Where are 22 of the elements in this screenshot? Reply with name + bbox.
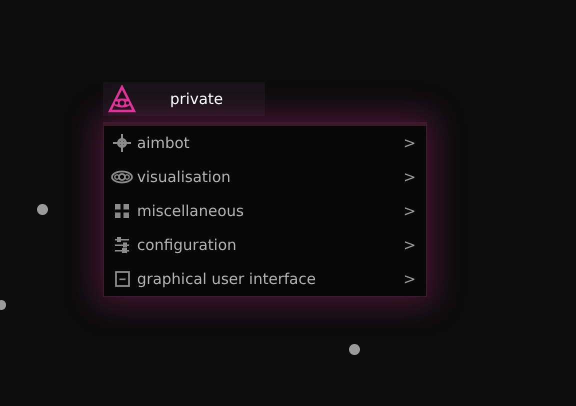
chevron-label: > bbox=[403, 166, 416, 188]
menu-item-label: graphical user interface bbox=[137, 268, 316, 290]
grid-icon bbox=[115, 204, 129, 218]
eye-icon bbox=[111, 170, 133, 184]
menu-item-label: miscellaneous bbox=[137, 200, 244, 222]
triangle-eye-icon bbox=[108, 85, 136, 113]
header-title: private bbox=[170, 88, 224, 110]
crosshair-icon bbox=[112, 133, 132, 153]
chevron-label: > bbox=[403, 132, 416, 154]
window-icon bbox=[114, 271, 130, 287]
menu-item-label: visualisation bbox=[137, 166, 231, 188]
chevron-label: > bbox=[403, 200, 416, 222]
sliders-icon bbox=[114, 236, 130, 254]
chevron-label: > bbox=[403, 234, 416, 256]
menu-item[interactable]: miscellaneous > bbox=[104, 194, 426, 228]
menu-item-label: configuration bbox=[137, 234, 236, 256]
menu-item[interactable]: visualisation > bbox=[104, 160, 426, 194]
menu-item-label: aimbot bbox=[137, 132, 190, 154]
menu-item[interactable]: aimbot > bbox=[104, 126, 426, 160]
menu-item[interactable]: graphical user interface > bbox=[104, 262, 426, 296]
menu-item[interactable]: configuration > bbox=[104, 228, 426, 262]
chevron-label: > bbox=[403, 268, 416, 290]
